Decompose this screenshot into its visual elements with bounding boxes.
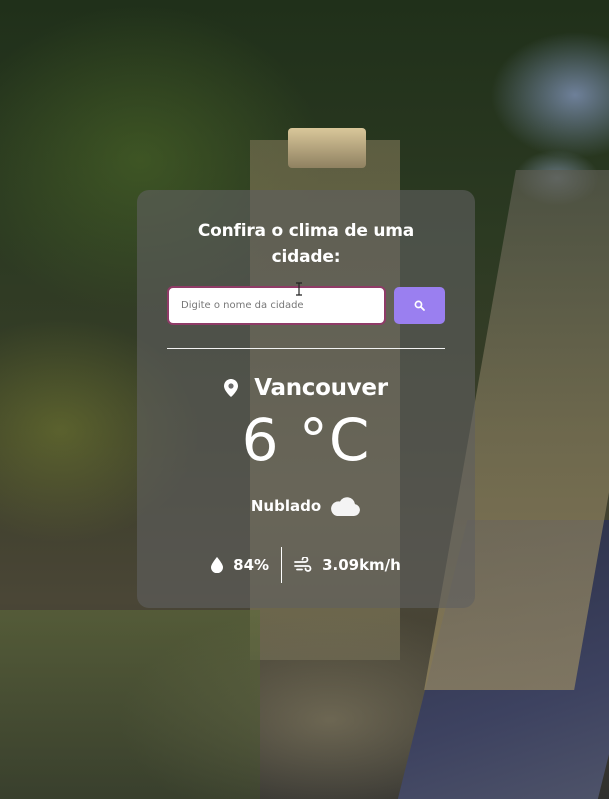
divider [167,348,445,349]
weather-card: Confira o clima de uma cidade: Vancouver… [137,190,475,608]
city-search-input[interactable] [167,286,386,325]
search-form [167,286,445,325]
search-button[interactable] [394,287,445,324]
weather-description: Nublado [250,497,322,515]
description-row: Nublado [167,493,445,519]
humidity-value: 84% [233,556,270,574]
water-drop-icon [211,557,224,573]
cloud-icon [331,497,361,516]
background-railing [0,610,260,799]
map-pin-icon [224,379,239,397]
search-icon [414,300,425,311]
wind: 3.09km/h [282,556,413,574]
weather-details: 84% 3.09km/h [167,545,445,585]
wind-icon [294,557,312,572]
card-title: Confira o clima de uma cidade: [197,221,415,267]
city-row: Vancouver [167,375,445,401]
wind-value: 3.09km/h [322,556,401,574]
background-lamp-cap [288,128,366,168]
humidity: 84% [199,556,281,574]
city-name: Vancouver [254,375,388,401]
temperature: 6 °C [241,406,371,474]
text-cursor-icon [296,282,302,296]
